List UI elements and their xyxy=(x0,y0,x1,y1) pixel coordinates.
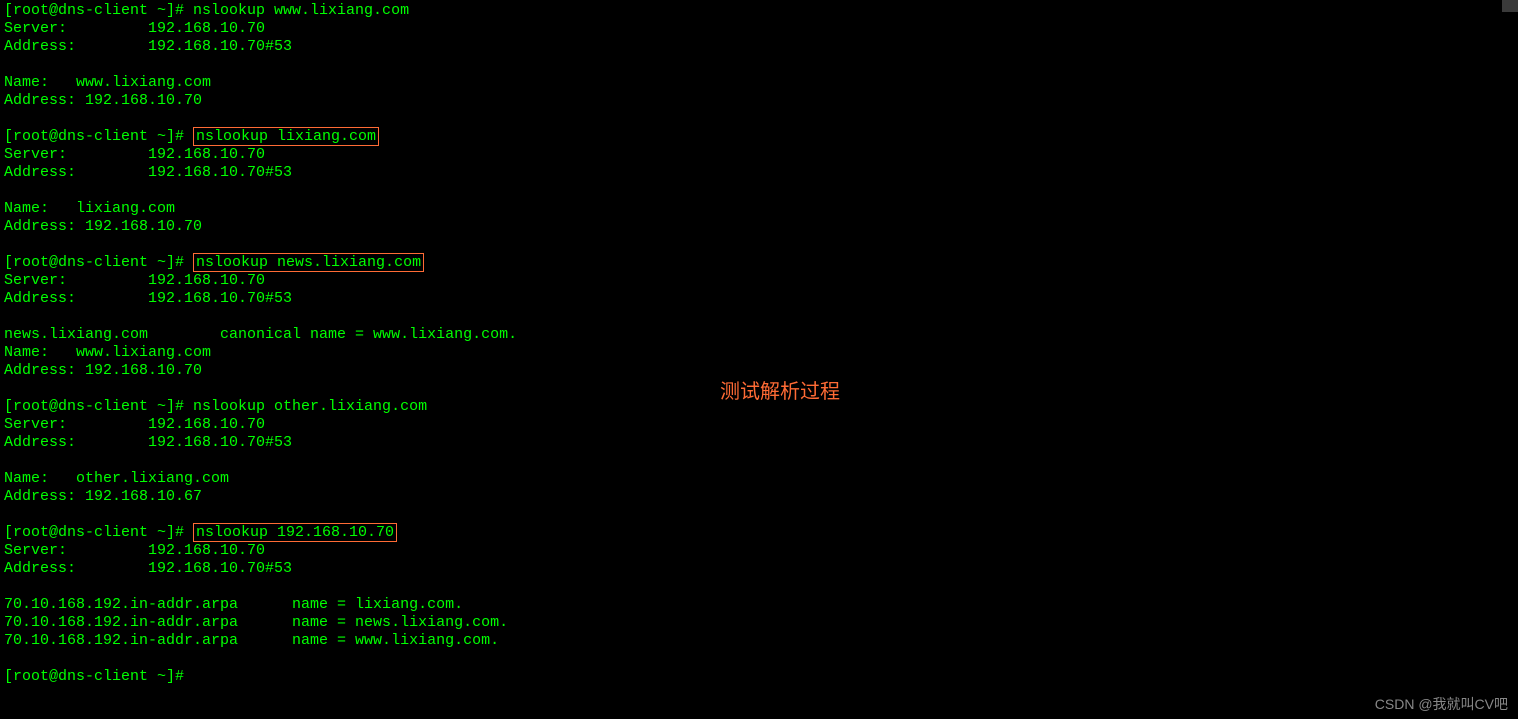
output-line: Server: 192.168.10.70 xyxy=(4,20,1514,38)
annotation-label: 测试解析过程 xyxy=(720,380,840,404)
command-text-highlighted: nslookup 192.168.10.70 xyxy=(193,523,397,542)
output-line: Server: 192.168.10.70 xyxy=(4,542,1514,560)
output-line: news.lixiang.com canonical name = www.li… xyxy=(4,326,1514,344)
output-line: Name: www.lixiang.com xyxy=(4,344,1514,362)
output-line: Address: 192.168.10.70 xyxy=(4,92,1514,110)
shell-prompt: [root@dns-client ~]# xyxy=(4,2,193,19)
output-line xyxy=(4,578,1514,596)
output-line: Server: 192.168.10.70 xyxy=(4,416,1514,434)
terminal-window[interactable]: [root@dns-client ~]# nslookup www.lixian… xyxy=(0,0,1518,688)
output-line: Address: 192.168.10.70 xyxy=(4,362,1514,380)
output-line: Address: 192.168.10.70#53 xyxy=(4,164,1514,182)
prompt-line[interactable]: [root@dns-client ~]# nslookup 192.168.10… xyxy=(4,524,1514,542)
shell-prompt: [root@dns-client ~]# xyxy=(4,398,193,415)
scrollbar-top[interactable] xyxy=(1502,0,1518,12)
command-text-highlighted: nslookup lixiang.com xyxy=(193,127,379,146)
output-line: Server: 192.168.10.70 xyxy=(4,272,1514,290)
output-line xyxy=(4,506,1514,524)
output-line: Address: 192.168.10.67 xyxy=(4,488,1514,506)
output-line: 70.10.168.192.in-addr.arpa name = lixian… xyxy=(4,596,1514,614)
prompt-line[interactable]: [root@dns-client ~]# nslookup www.lixian… xyxy=(4,2,1514,20)
output-line: Address: 192.168.10.70#53 xyxy=(4,290,1514,308)
output-line xyxy=(4,110,1514,128)
prompt-line[interactable]: [root@dns-client ~]# nslookup lixiang.co… xyxy=(4,128,1514,146)
output-line xyxy=(4,236,1514,254)
output-line: Name: other.lixiang.com xyxy=(4,470,1514,488)
command-text-highlighted: nslookup news.lixiang.com xyxy=(193,253,424,272)
output-line xyxy=(4,650,1514,668)
output-line: Name: lixiang.com xyxy=(4,200,1514,218)
output-line: Address: 192.168.10.70 xyxy=(4,218,1514,236)
output-line: Address: 192.168.10.70#53 xyxy=(4,560,1514,578)
output-line: 70.10.168.192.in-addr.arpa name = news.l… xyxy=(4,614,1514,632)
shell-prompt: [root@dns-client ~]# xyxy=(4,668,193,685)
output-line: Server: 192.168.10.70 xyxy=(4,146,1514,164)
prompt-line[interactable]: [root@dns-client ~]# xyxy=(4,668,1514,686)
output-line: Address: 192.168.10.70#53 xyxy=(4,434,1514,452)
output-line: 70.10.168.192.in-addr.arpa name = www.li… xyxy=(4,632,1514,650)
shell-prompt: [root@dns-client ~]# xyxy=(4,254,193,271)
output-line xyxy=(4,182,1514,200)
command-text: nslookup other.lixiang.com xyxy=(193,398,427,415)
shell-prompt: [root@dns-client ~]# xyxy=(4,128,193,145)
output-line: Address: 192.168.10.70#53 xyxy=(4,38,1514,56)
output-line xyxy=(4,308,1514,326)
shell-prompt: [root@dns-client ~]# xyxy=(4,524,193,541)
watermark-text: CSDN @我就叫CV吧 xyxy=(1375,696,1508,713)
command-text: nslookup www.lixiang.com xyxy=(193,2,409,19)
output-line xyxy=(4,452,1514,470)
prompt-line[interactable]: [root@dns-client ~]# nslookup news.lixia… xyxy=(4,254,1514,272)
output-line: Name: www.lixiang.com xyxy=(4,74,1514,92)
output-line xyxy=(4,56,1514,74)
